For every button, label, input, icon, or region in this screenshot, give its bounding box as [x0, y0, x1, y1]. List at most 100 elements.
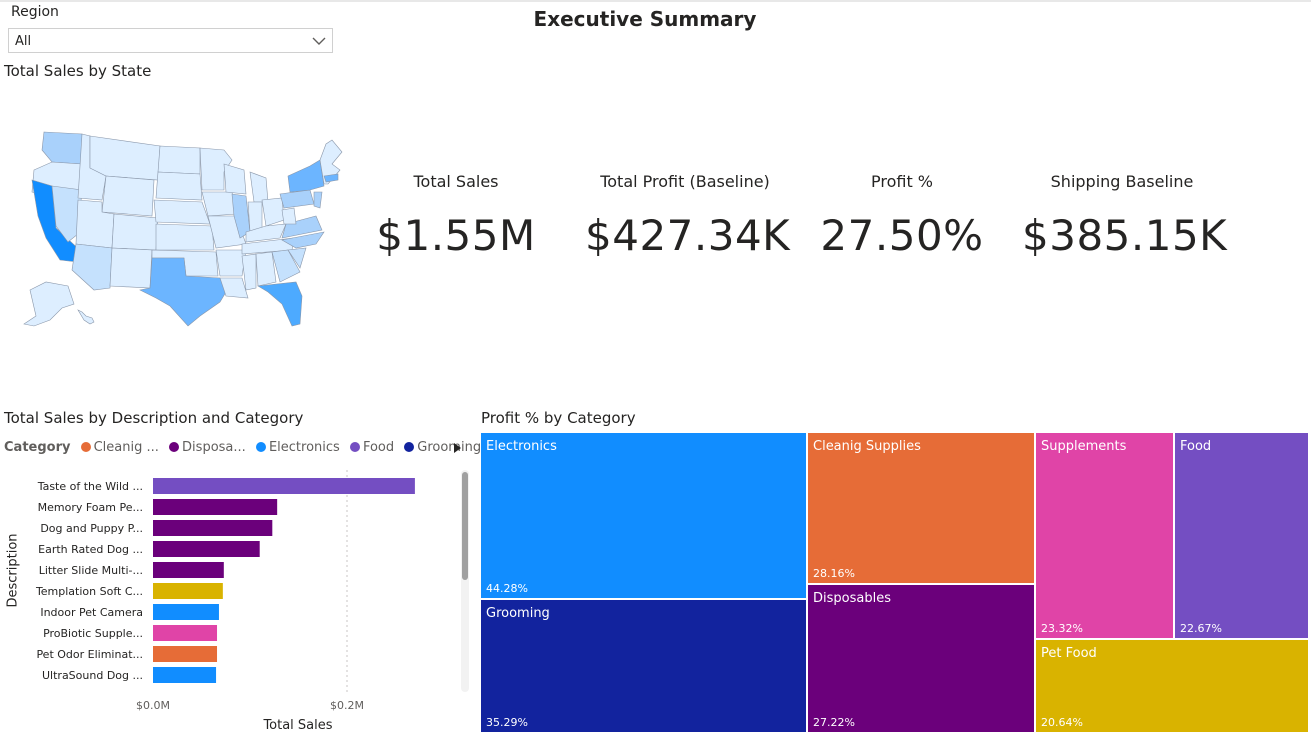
treemap-tile-label: Grooming — [486, 606, 550, 621]
kpi-label: Total Profit (Baseline) — [600, 172, 770, 191]
kpi-shipping-baseline: Shipping Baseline $385.15K — [1022, 172, 1228, 260]
treemap-tile-value: 23.32% — [1041, 622, 1083, 635]
bar-category-label: Memory Foam Pe... — [38, 501, 143, 514]
top-border — [0, 0, 1311, 2]
us-state-map[interactable] — [10, 120, 350, 335]
state-oh — [261, 197, 285, 227]
treemap-tile-label: Food — [1180, 439, 1212, 454]
scrollbar-thumb[interactable] — [462, 472, 468, 580]
state-ar — [215, 249, 247, 277]
treemap[interactable]: Electronics 44.28% Grooming 35.29% Cleanig S… — [480, 432, 1309, 733]
legend-item[interactable]: Cleanig ... — [80, 440, 159, 455]
state-mi — [249, 171, 269, 203]
bar[interactable] — [153, 625, 218, 641]
state-az — [71, 243, 113, 291]
kpi-label: Profit % — [870, 172, 934, 191]
x-axis-title: Total Sales — [262, 718, 332, 733]
legend-item[interactable]: Grooming — [404, 440, 481, 455]
bar[interactable] — [153, 667, 217, 683]
bar[interactable] — [153, 583, 223, 599]
treemap-tile[interactable]: Pet Food 20.64% — [1035, 639, 1309, 733]
state-nm — [109, 247, 153, 289]
state-nd — [157, 145, 201, 175]
bar-category-label: ProBiotic Supple... — [43, 627, 143, 640]
legend-item[interactable]: Food — [349, 440, 394, 455]
bar-category-label: Templation Soft C... — [35, 585, 143, 598]
chart-legend: Category Cleanig ... Disposa... Electron… — [4, 440, 481, 458]
bar-category-label: Pet Odor Eliminat... — [36, 648, 143, 661]
bar[interactable] — [153, 520, 273, 536]
state-wy — [101, 175, 155, 217]
map-title: Total Sales by State — [4, 62, 152, 80]
kpi-total-profit: Total Profit (Baseline) $427.34K — [585, 172, 791, 260]
legend-label: Category — [4, 440, 71, 455]
legend-next-arrow-icon[interactable] — [452, 441, 462, 455]
state-ak — [23, 281, 75, 327]
kpi-profit-percent: Profit % 27.50% — [802, 172, 1002, 260]
treemap-tile-value: 44.28% — [486, 582, 528, 595]
bar[interactable] — [153, 499, 278, 515]
bar-chart[interactable]: Taste of the Wild ... Memory Foam Pe... Do… — [0, 470, 460, 735]
bar-category-label: Taste of the Wild ... — [37, 480, 143, 493]
treemap-tile-label: Cleanig Supplies — [813, 439, 921, 454]
state-ne — [153, 199, 211, 225]
chevron-down-icon — [312, 37, 326, 45]
treemap-tile-value: 35.29% — [486, 716, 528, 729]
state-wa — [41, 131, 83, 165]
kpi-value: $1.55M — [376, 211, 536, 260]
region-slicer-value: All — [15, 34, 32, 49]
state-mt — [89, 135, 161, 181]
bar-category-label: Litter Slide Multi-... — [39, 564, 143, 577]
treemap-tile[interactable]: Electronics 44.28% — [480, 432, 807, 599]
treemap-tile-value: 28.16% — [813, 567, 855, 580]
treemap-tile[interactable]: Grooming 35.29% — [480, 599, 807, 733]
bar[interactable] — [153, 478, 415, 494]
bar[interactable] — [153, 646, 218, 662]
kpi-label: Shipping Baseline — [1050, 172, 1194, 191]
bar-category-label: Earth Rated Dog ... — [38, 543, 143, 556]
page-title: Executive Summary — [533, 7, 757, 31]
treemap-tile-value: 20.64% — [1041, 716, 1083, 729]
treemap-tile-value: 22.67% — [1180, 622, 1222, 635]
bar-category-label: UltraSound Dog ... — [42, 669, 143, 682]
legend-item[interactable]: Electronics — [255, 440, 340, 455]
treemap-tile[interactable]: Disposables 27.22% — [807, 584, 1035, 733]
treemap-tile-label: Disposables — [813, 591, 891, 606]
treemap-tile[interactable]: Supplements 23.32% — [1035, 432, 1174, 639]
treemap-tile[interactable]: Food 22.67% — [1174, 432, 1309, 639]
bar[interactable] — [153, 562, 224, 578]
region-slicer-dropdown[interactable]: All — [8, 28, 333, 53]
x-tick-label: $0.2M — [330, 699, 364, 712]
state-wv — [281, 207, 297, 225]
bar-category-label: Indoor Pet Camera — [40, 606, 143, 619]
legend-item[interactable]: Disposa... — [169, 440, 246, 455]
state-hi — [77, 309, 95, 325]
state-nj — [313, 191, 323, 209]
kpi-label: Total Sales — [413, 172, 499, 191]
treemap-tile-value: 27.22% — [813, 716, 855, 729]
kpi-value: 27.50% — [820, 211, 984, 260]
bar[interactable] — [153, 541, 260, 557]
bar-chart-title: Total Sales by Description and Category — [4, 409, 304, 427]
bar-category-label: Dog and Puppy P... — [40, 522, 143, 535]
treemap-title: Profit % by Category — [481, 409, 636, 427]
treemap-tile-label: Supplements — [1041, 439, 1127, 454]
state-co — [111, 213, 159, 251]
state-in — [247, 201, 263, 233]
kpi-total-sales: Total Sales $1.55M — [356, 172, 556, 260]
state-al — [255, 251, 277, 287]
state-wi — [223, 163, 247, 195]
state-pa — [279, 189, 315, 209]
treemap-tile-label: Pet Food — [1041, 646, 1097, 661]
state-sd — [155, 171, 203, 201]
treemap-tile[interactable]: Cleanig Supplies 28.16% — [807, 432, 1035, 584]
state-fl — [257, 281, 303, 327]
treemap-tile-label: Electronics — [486, 439, 557, 454]
state-ks — [155, 223, 215, 251]
kpi-value: $385.15K — [1022, 211, 1228, 260]
x-tick-label: $0.0M — [136, 699, 170, 712]
state-ia — [201, 191, 237, 217]
kpi-value: $427.34K — [585, 211, 791, 260]
state-ny — [287, 159, 325, 193]
bar[interactable] — [153, 604, 219, 620]
